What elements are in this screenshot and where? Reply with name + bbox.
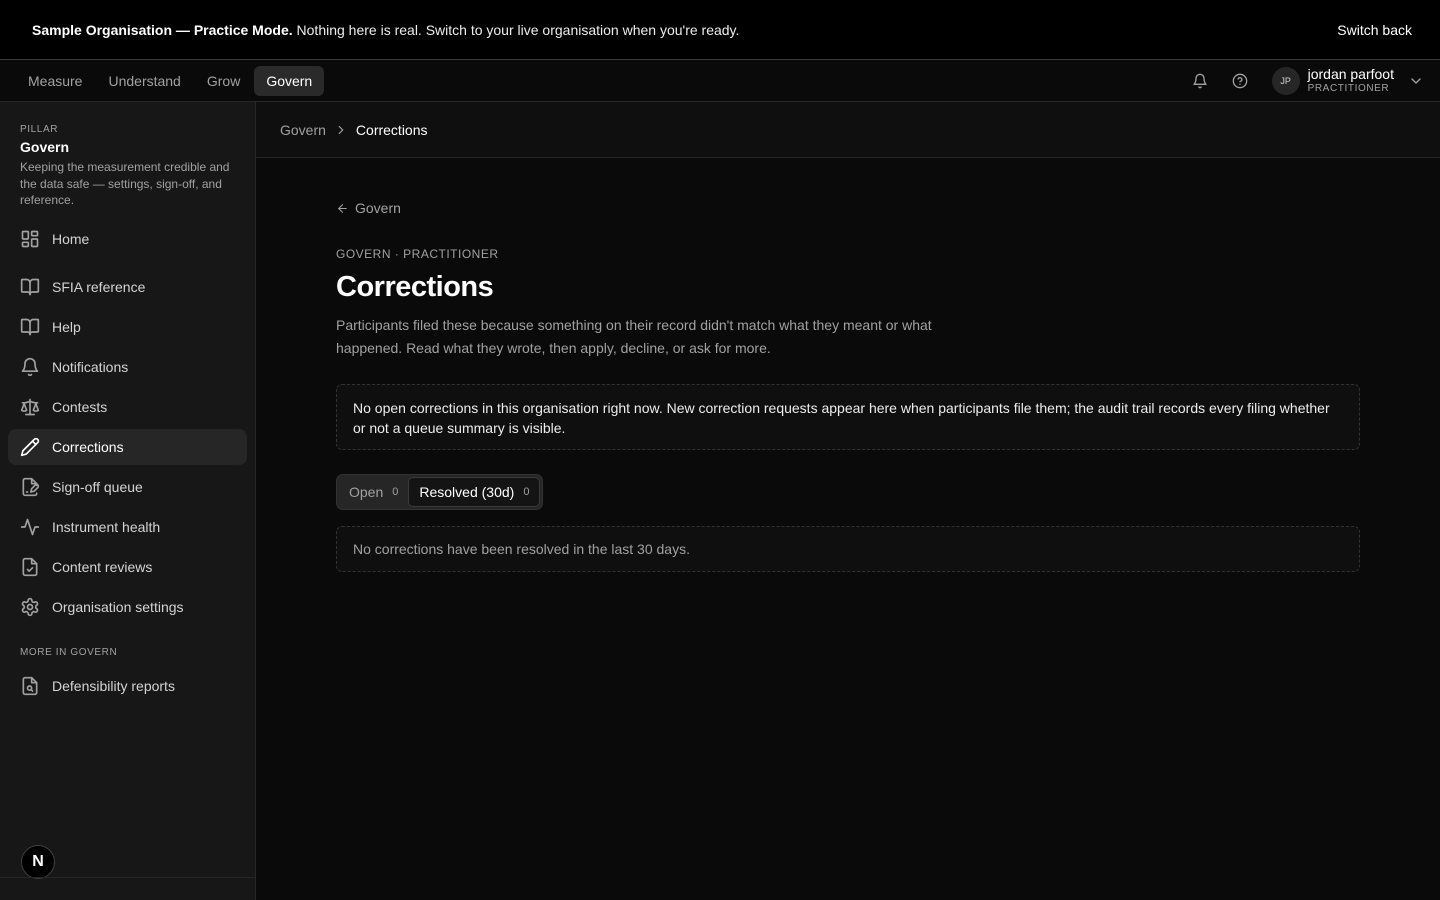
sidebar-item-sign-off-queue[interactable]: Sign-off queue — [8, 469, 247, 505]
bell-icon — [21, 357, 39, 377]
sidebar-footer-divider — [0, 877, 255, 878]
sidebar-item-notifications[interactable]: Notifications — [8, 349, 247, 385]
segment-count: 0 — [523, 486, 530, 498]
user-controls: JP jordan parfoot PRACTITIONER — [1180, 65, 1424, 97]
segment-count: 0 — [392, 486, 399, 498]
tab-govern[interactable]: Govern — [254, 66, 325, 96]
help-button[interactable] — [1220, 65, 1260, 97]
banner-message: Sample Organisation — Practice Mode. Not… — [32, 22, 739, 38]
sidebar-item-label: Contests — [52, 399, 108, 415]
book-icon — [20, 278, 40, 296]
chevron-right-icon — [334, 123, 348, 137]
file-check-icon — [22, 557, 38, 577]
sidebar-item-label: SFIA reference — [52, 279, 146, 295]
page-eyebrow: GOVERN · PRACTITIONER — [336, 247, 499, 261]
user-info: jordan parfoot PRACTITIONER — [1308, 66, 1394, 96]
sidebar-item-defensibility-reports[interactable]: Defensibility reports — [8, 668, 247, 704]
segment-resolved[interactable]: Resolved (30d) 0 — [408, 477, 541, 507]
top-nav: Measure Understand Grow Govern JP jordan… — [0, 61, 1440, 102]
sidebar-item-label: Notifications — [52, 359, 129, 375]
banner-strong: Sample Organisation — Practice Mode. — [32, 21, 293, 38]
banner-text: Nothing here is real. Switch to your liv… — [296, 21, 740, 38]
dashboard-icon — [21, 230, 39, 248]
breadcrumb-parent[interactable]: Govern — [280, 122, 326, 138]
sidebar-item-content-reviews[interactable]: Content reviews — [8, 549, 247, 585]
back-link-label: Govern — [355, 200, 401, 216]
back-link[interactable]: Govern — [336, 200, 401, 216]
status-segmented-control: Open 0 Resolved (30d) 0 — [336, 474, 544, 510]
sidebar-item-label: Corrections — [52, 439, 124, 455]
sidebar-item-instrument-health[interactable]: Instrument health — [8, 509, 247, 545]
tab-understand[interactable]: Understand — [96, 66, 192, 96]
sidebar-item-label: Defensibility reports — [52, 678, 175, 694]
notifications-button[interactable] — [1180, 65, 1220, 97]
page-description: Participants filed these because somethi… — [336, 317, 932, 356]
sidebar-item-home[interactable]: Home — [8, 221, 247, 257]
segment-label: Resolved (30d) — [419, 484, 515, 500]
sidebar-item-corrections[interactable]: Corrections — [8, 429, 247, 465]
help-circle-icon — [1232, 73, 1247, 89]
queue-notice: No open corrections in this organisation… — [336, 384, 1360, 450]
avatar: JP — [1271, 67, 1300, 95]
gear-icon — [21, 597, 39, 617]
empty-state: No corrections have been resolved in the… — [336, 526, 1360, 572]
breadcrumb: Govern Corrections — [256, 102, 1440, 158]
sidebar-item-label: Help — [52, 319, 81, 335]
user-menu[interactable]: JP jordan parfoot PRACTITIONER — [1271, 66, 1424, 96]
pencil-icon — [20, 437, 40, 457]
switch-back-button[interactable]: Switch back — [1337, 22, 1412, 38]
sidebar-item-label: Content reviews — [52, 559, 153, 575]
sidebar-item-label: Organisation settings — [52, 599, 184, 615]
user-role: PRACTITIONER — [1307, 83, 1390, 94]
chevron-down-icon — [1411, 78, 1421, 84]
tab-grow[interactable]: Grow — [195, 66, 252, 96]
book-icon — [20, 318, 40, 336]
sidebar-item-organisation-settings[interactable]: Organisation settings — [8, 589, 247, 625]
more-section-label: MORE IN GOVERN — [20, 647, 118, 658]
sidebar-item-label: Sign-off queue — [52, 479, 143, 495]
scale-icon — [20, 398, 40, 416]
tab-measure[interactable]: Measure — [16, 66, 94, 96]
sidebar-item-label: Home — [52, 231, 90, 247]
pillar-description: Keeping the measurement credible and the… — [20, 160, 230, 207]
sidebar: PILLAR Govern Keeping the measurement cr… — [0, 102, 256, 900]
user-name: jordan parfoot — [1307, 66, 1394, 82]
segment-open[interactable]: Open 0 — [339, 477, 408, 507]
arrow-left-icon — [338, 203, 347, 213]
pillar-label: PILLAR — [20, 124, 59, 135]
pillar-name: Govern — [20, 139, 70, 155]
sidebar-item-help[interactable]: Help — [8, 309, 247, 345]
bell-icon — [1192, 73, 1207, 89]
breadcrumb-current: Corrections — [355, 121, 428, 138]
file-signature-icon — [22, 477, 40, 497]
sidebar-item-sfia-reference[interactable]: SFIA reference — [8, 269, 247, 305]
pillar-tabs: Measure Understand Grow Govern — [16, 66, 325, 96]
page-title: Corrections — [336, 271, 494, 303]
practice-mode-banner: Sample Organisation — Practice Mode. Not… — [0, 0, 1440, 60]
segment-label: Open — [349, 484, 384, 500]
sidebar-item-label: Instrument health — [52, 519, 161, 535]
activity-icon — [20, 518, 40, 536]
file-search-icon — [22, 676, 38, 696]
app-logo[interactable]: N — [21, 845, 55, 879]
sidebar-item-contests[interactable]: Contests — [8, 389, 247, 425]
